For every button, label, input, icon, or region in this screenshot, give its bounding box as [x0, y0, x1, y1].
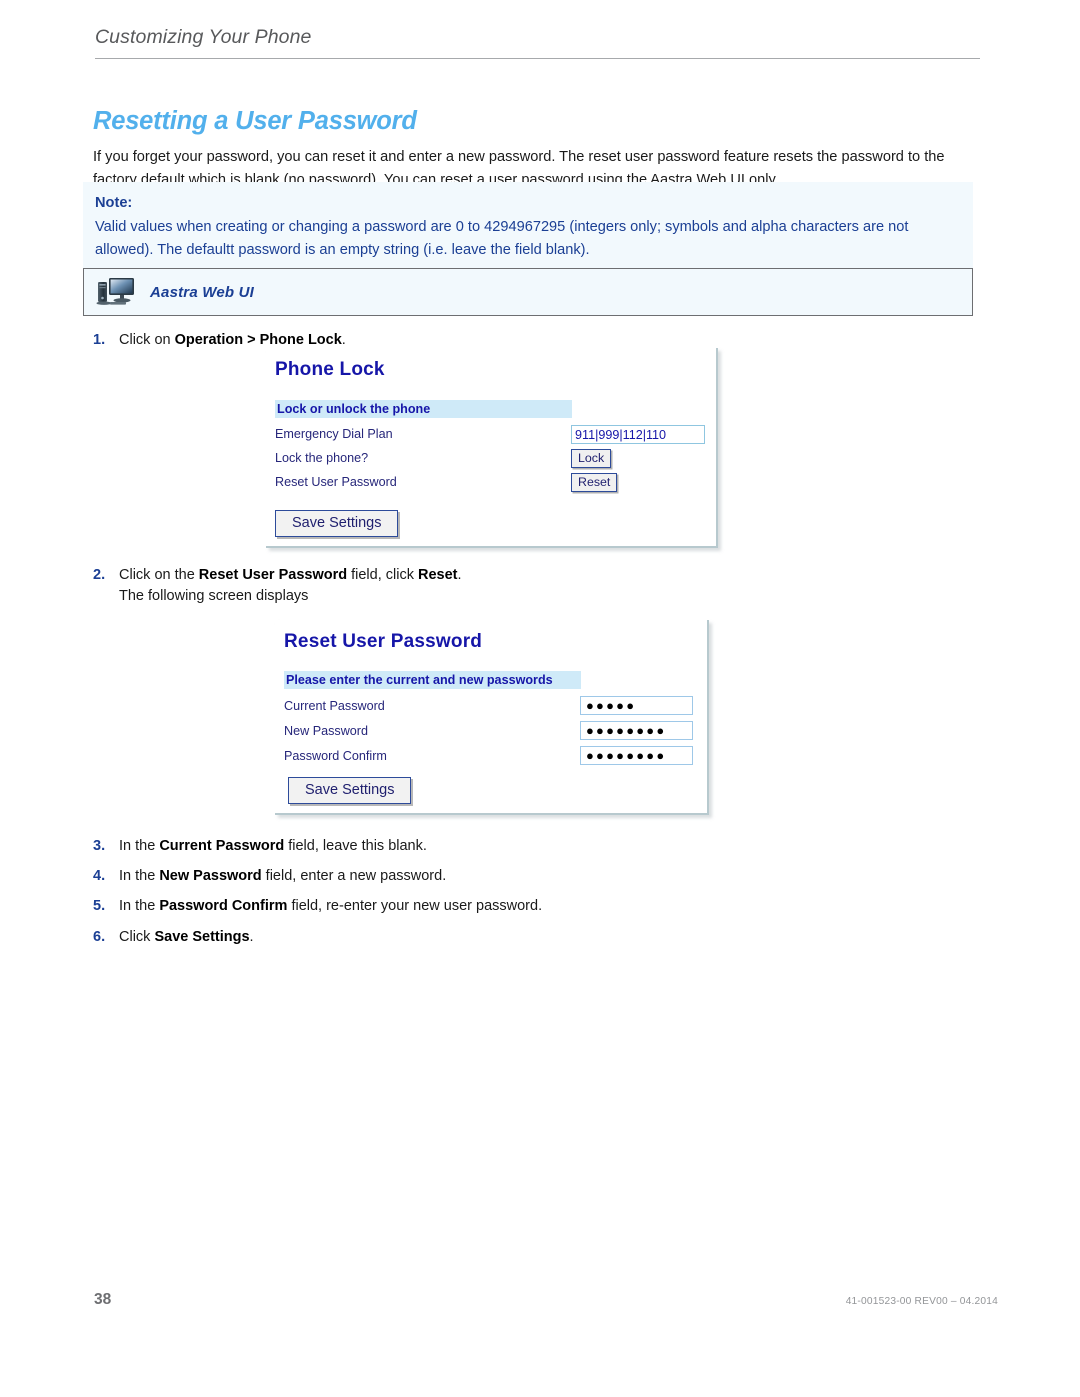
step-5-text: In the Password Confirm field, re-enter …: [119, 898, 543, 914]
step-1-number: 1.: [93, 332, 106, 348]
label-reset-user-password: Reset User Password: [275, 475, 397, 489]
running-header-title: Customizing Your Phone: [95, 26, 312, 48]
label-emergency-dial-plan: Emergency Dial Plan: [275, 427, 393, 441]
reset-button[interactable]: Reset: [571, 472, 618, 492]
row-reset-user-password: Reset User Password Reset: [275, 470, 710, 494]
reset-password-title: Reset User Password: [284, 631, 483, 652]
row-current-password: Current Password ●●●●●: [284, 693, 704, 718]
input-new-password[interactable]: ●●●●●●●●: [580, 721, 693, 740]
step-3-number: 3.: [93, 838, 106, 854]
row-new-password: New Password ●●●●●●●●: [284, 718, 704, 743]
lock-button[interactable]: Lock: [571, 448, 612, 468]
input-current-password[interactable]: ●●●●●: [580, 696, 693, 715]
label-password-confirm: Password Confirm: [284, 748, 387, 763]
input-emergency-dial-plan[interactable]: 911|999|112|110: [571, 424, 705, 444]
step-6: 6. Click Save Settings.: [93, 927, 693, 948]
note-body: Valid values when creating or changing a…: [95, 219, 909, 258]
step-5: 5. In the Password Confirm field, re-ent…: [93, 896, 693, 917]
note-callout: Note: Valid values when creating or chan…: [83, 182, 973, 273]
aastra-web-ui-label: Aastra Web UI: [150, 283, 255, 301]
step-6-number: 6.: [93, 929, 106, 945]
phone-lock-section-banner: Lock or unlock the phone: [275, 400, 572, 418]
reset-password-section-banner: Please enter the current and new passwor…: [284, 671, 581, 689]
label-new-password: New Password: [284, 723, 368, 738]
row-password-confirm: Password Confirm ●●●●●●●●: [284, 743, 704, 768]
label-lock-the-phone: Lock the phone?: [275, 451, 369, 465]
input-password-confirm[interactable]: ●●●●●●●●: [580, 746, 693, 765]
footer-page-number: 38: [94, 1291, 112, 1308]
row-emergency-dial-plan: Emergency Dial Plan 911|999|112|110: [275, 422, 710, 446]
step-3-text: In the Current Password field, leave thi…: [119, 838, 427, 854]
step-5-number: 5.: [93, 898, 106, 914]
step-3: 3. In the Current Password field, leave …: [93, 836, 693, 857]
step-2: 2. Click on the Reset User Password fiel…: [93, 565, 693, 607]
desktop-monitor-icon: [96, 276, 136, 308]
footer-document-id: 41-001523-00 REV00 – 04.2014: [845, 1296, 998, 1307]
page-title: Resetting a User Password: [93, 107, 417, 136]
note-label: Note:: [95, 195, 133, 211]
step-2-number: 2.: [93, 567, 106, 583]
step-2-text: Click on the Reset User Password field, …: [119, 567, 462, 604]
header-divider: [95, 58, 980, 60]
step-4-number: 4.: [93, 868, 106, 884]
reset-password-save-settings-button[interactable]: Save Settings: [288, 777, 412, 804]
step-4: 4. In the New Password field, enter a ne…: [93, 866, 693, 887]
step-4-text: In the New Password field, enter a new p…: [119, 868, 447, 884]
reset-user-password-screenshot: Reset User Password Please enter the cur…: [275, 620, 709, 815]
phone-lock-screenshot: Phone Lock Lock or unlock the phone Emer…: [266, 348, 718, 548]
label-current-password: Current Password: [284, 698, 385, 713]
phone-lock-save-settings-button[interactable]: Save Settings: [275, 510, 399, 537]
step-6-text: Click Save Settings.: [119, 929, 254, 945]
page-running-header: Customizing Your Phone: [95, 26, 980, 60]
phone-lock-title: Phone Lock: [275, 359, 385, 380]
aastra-web-ui-banner: Aastra Web UI: [83, 268, 973, 316]
row-lock-the-phone: Lock the phone? Lock: [275, 446, 710, 470]
